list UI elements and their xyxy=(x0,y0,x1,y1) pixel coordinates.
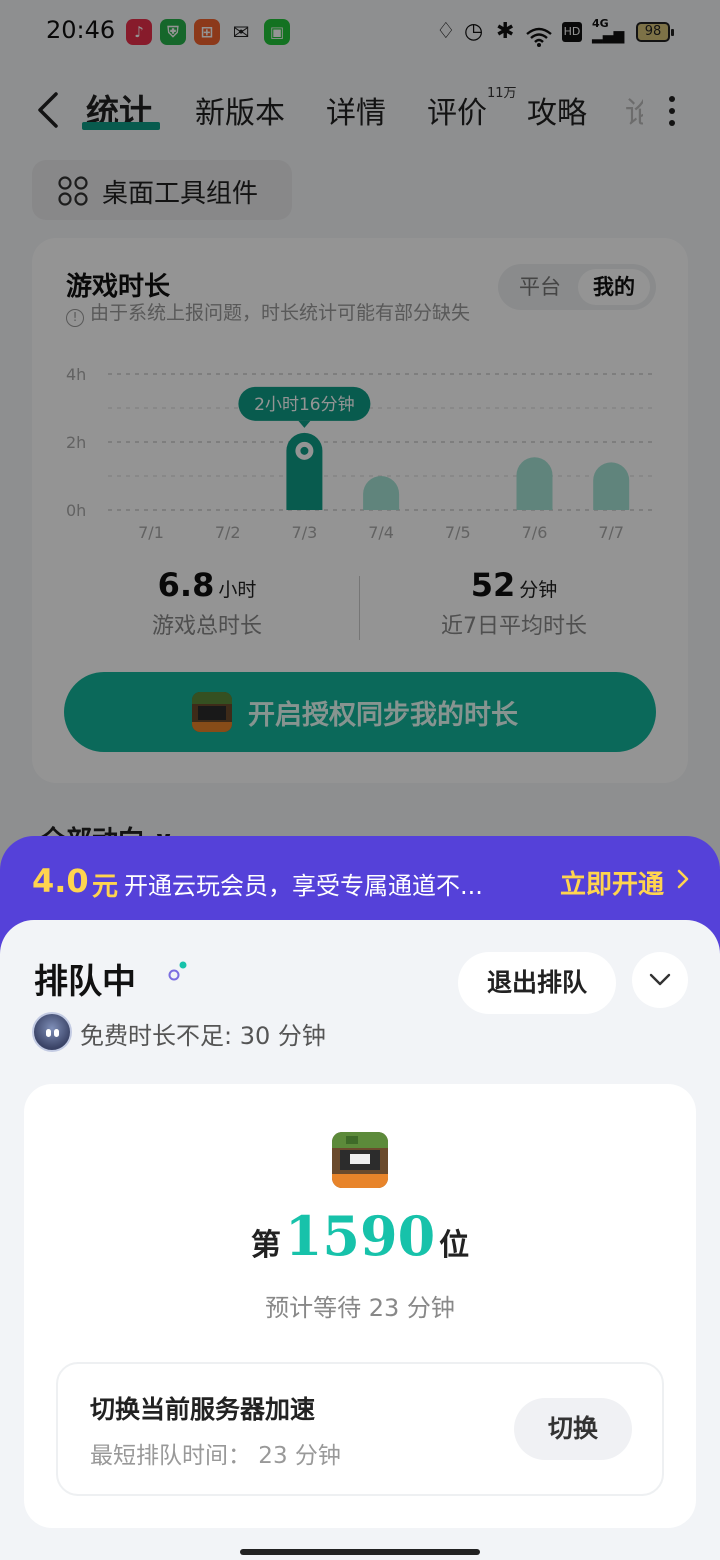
promo-text: 开通云玩会员，享受专属通道不... xyxy=(124,872,483,900)
promo-price: 4.0 xyxy=(32,862,89,900)
queue-position-card: 第1590 位 预计等待 23 分钟 切换当前服务器加速 最短排队时间： 23 分… xyxy=(24,1084,696,1528)
minecraft-game-icon xyxy=(332,1132,388,1188)
queue-sheet: 排队中 退出排队 免费时长不足: 30 分钟 第1590 位 预计等待 23 分钟… xyxy=(0,920,720,1560)
chevron-right-icon xyxy=(677,869,689,889)
promo-price-unit: 元 xyxy=(92,872,119,902)
free-time-note: 免费时长不足: 30 分钟 xyxy=(80,1022,326,1050)
rank-suffix: 位 xyxy=(439,1228,470,1263)
quit-queue-button[interactable]: 退出排队 xyxy=(458,952,616,1014)
loading-dots-icon xyxy=(168,961,187,981)
chevron-down-icon xyxy=(649,973,671,986)
shortest-queue-time: 最短排队时间： 23 分钟 xyxy=(90,1443,341,1469)
collapse-button[interactable] xyxy=(632,952,688,1008)
switch-server-button[interactable]: 切换 xyxy=(514,1398,632,1460)
rank-number: 1590 xyxy=(284,1204,436,1268)
rank-prefix: 第 xyxy=(250,1228,281,1263)
promo-cta[interactable]: 立即开通 xyxy=(560,864,664,901)
switch-server-box: 切换当前服务器加速 最短排队时间： 23 分钟 切换 xyxy=(56,1362,664,1496)
switch-server-title: 切换当前服务器加速 xyxy=(90,1395,316,1424)
avatar xyxy=(32,1012,72,1052)
home-indicator[interactable] xyxy=(240,1549,480,1555)
queue-title: 排队中 xyxy=(34,962,136,1002)
estimated-wait: 预计等待 23 分钟 xyxy=(265,1294,455,1322)
queue-rank: 第1590 位 xyxy=(24,1204,696,1268)
